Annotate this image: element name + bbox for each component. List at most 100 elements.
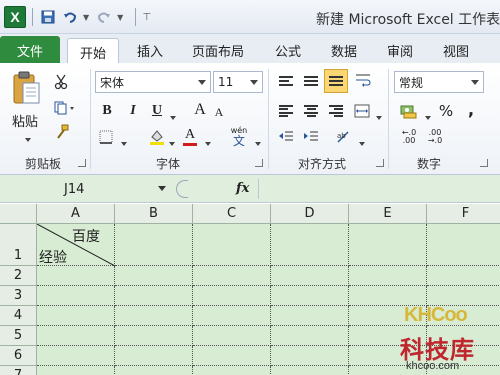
percent-button[interactable]: %	[436, 101, 456, 121]
select-all-corner[interactable]	[0, 204, 37, 224]
comma-button[interactable]: ,	[464, 99, 478, 119]
number-format-select[interactable]: 常规	[394, 71, 484, 93]
font-color-dropdown-icon[interactable]	[202, 135, 211, 149]
column-header[interactable]: E	[349, 204, 427, 224]
tab-home[interactable]: 开始	[67, 38, 119, 65]
orientation-icon[interactable]: ab	[334, 127, 354, 147]
cell[interactable]	[427, 224, 500, 266]
increase-decimal-icon[interactable]: ←.0.00	[398, 127, 420, 147]
cell[interactable]	[271, 286, 349, 306]
cell[interactable]	[193, 326, 271, 346]
cell[interactable]	[193, 366, 271, 375]
name-box[interactable]: J14	[2, 179, 172, 199]
insert-function-button[interactable]: fx	[236, 181, 249, 196]
phonetic-dropdown-icon[interactable]	[252, 135, 261, 149]
cell[interactable]	[349, 224, 427, 266]
accounting-dropdown-icon[interactable]	[422, 109, 431, 123]
undo-icon[interactable]	[61, 8, 79, 26]
redo-dropdown-icon[interactable]: ▼	[117, 13, 123, 22]
underline-button[interactable]: U	[148, 101, 166, 121]
tab-formulas[interactable]: 公式	[268, 38, 308, 62]
cell[interactable]	[115, 266, 193, 286]
cut-icon[interactable]	[52, 73, 70, 91]
cell[interactable]	[349, 266, 427, 286]
font-name-select[interactable]: 宋体	[95, 71, 211, 93]
row-header[interactable]: 6	[0, 346, 37, 366]
cell[interactable]	[271, 224, 349, 266]
fill-color-dropdown-icon[interactable]	[166, 135, 175, 149]
column-header[interactable]: D	[271, 204, 349, 224]
clipboard-launcher-icon[interactable]	[78, 159, 86, 167]
cell[interactable]	[193, 306, 271, 326]
paste-icon[interactable]	[8, 69, 44, 109]
tab-file[interactable]: 文件	[0, 36, 60, 64]
tab-page-layout[interactable]: 页面布局	[186, 38, 250, 62]
tab-insert[interactable]: 插入	[130, 38, 170, 62]
cell[interactable]	[115, 286, 193, 306]
underline-dropdown-icon[interactable]	[167, 109, 176, 123]
decrease-decimal-icon[interactable]: .00 →.0	[424, 127, 446, 147]
cell[interactable]	[37, 286, 115, 306]
font-launcher-icon[interactable]	[255, 159, 263, 167]
row-header[interactable]: 2	[0, 266, 37, 286]
borders-dropdown-icon[interactable]	[118, 135, 127, 149]
cell[interactable]	[37, 346, 115, 366]
column-header[interactable]: F	[427, 204, 500, 224]
align-left-icon[interactable]	[276, 101, 296, 121]
align-top-icon[interactable]	[276, 71, 296, 91]
formula-input[interactable]	[258, 179, 500, 199]
cell[interactable]	[37, 366, 115, 375]
column-header[interactable]: B	[115, 204, 193, 224]
align-middle-icon[interactable]	[301, 71, 321, 91]
formula-bar-resize-handle[interactable]	[176, 180, 188, 198]
paste-label[interactable]: 粘贴	[12, 111, 38, 130]
row-header[interactable]: 1	[0, 224, 37, 266]
save-icon[interactable]	[39, 8, 57, 26]
row-header[interactable]: 7	[0, 366, 37, 375]
cell[interactable]	[193, 224, 271, 266]
align-center-icon[interactable]	[301, 101, 321, 121]
tab-view[interactable]: 视图	[436, 38, 476, 62]
align-right-icon[interactable]	[326, 101, 346, 121]
cell[interactable]	[115, 326, 193, 346]
align-bottom-icon[interactable]	[324, 69, 348, 93]
cell[interactable]	[115, 366, 193, 375]
excel-app-icon[interactable]: X	[4, 6, 26, 28]
column-header[interactable]: C	[193, 204, 271, 224]
decrease-indent-icon[interactable]	[276, 127, 296, 147]
copy-icon[interactable]	[52, 99, 78, 117]
font-color-button[interactable]: A	[182, 125, 198, 147]
row-header[interactable]: 3	[0, 286, 37, 306]
cell[interactable]	[115, 346, 193, 366]
merge-center-icon[interactable]	[352, 101, 372, 121]
font-size-select[interactable]: 11	[213, 71, 263, 93]
cell[interactable]	[37, 326, 115, 346]
wrap-text-icon[interactable]	[353, 69, 373, 91]
cell[interactable]	[193, 286, 271, 306]
row-header[interactable]: 4	[0, 306, 37, 326]
customize-qat-icon[interactable]: ⊤	[142, 12, 151, 23]
accounting-format-icon[interactable]	[398, 101, 420, 121]
italic-button[interactable]: I	[124, 101, 142, 121]
cell[interactable]	[193, 346, 271, 366]
phonetic-button[interactable]: wén 文	[228, 127, 250, 148]
cell[interactable]	[271, 306, 349, 326]
cell[interactable]	[427, 266, 500, 286]
alignment-launcher-icon[interactable]	[376, 159, 384, 167]
cell[interactable]	[271, 266, 349, 286]
orientation-dropdown-icon[interactable]	[356, 135, 365, 149]
format-painter-icon[interactable]	[52, 123, 72, 141]
borders-icon[interactable]	[98, 129, 114, 145]
merge-dropdown-icon[interactable]	[373, 109, 382, 123]
cell[interactable]	[193, 266, 271, 286]
cell[interactable]	[37, 306, 115, 326]
row-header[interactable]: 5	[0, 326, 37, 346]
paste-dropdown-icon[interactable]	[22, 131, 31, 145]
cell[interactable]	[271, 326, 349, 346]
column-header[interactable]: A	[37, 204, 115, 224]
fill-color-icon[interactable]	[146, 127, 168, 147]
grow-font-button[interactable]: A	[192, 99, 208, 121]
bold-button[interactable]: B	[98, 101, 116, 121]
cell[interactable]	[271, 346, 349, 366]
redo-icon[interactable]	[95, 8, 113, 26]
